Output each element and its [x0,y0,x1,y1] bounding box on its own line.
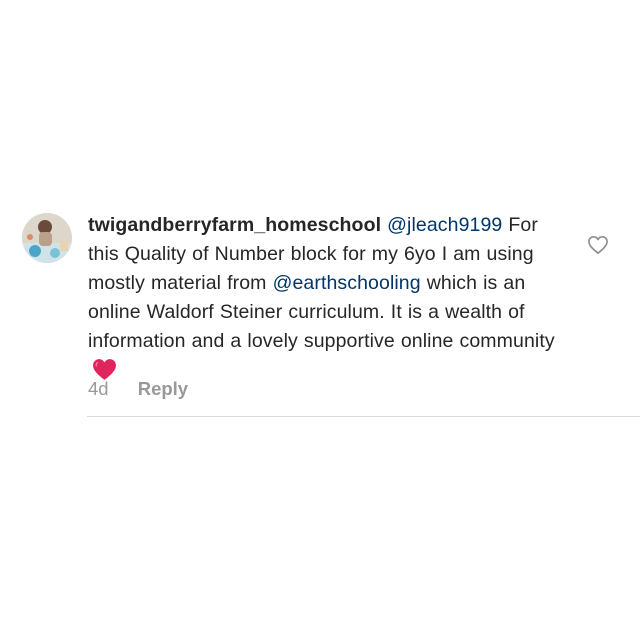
comment-timestamp: 4d [88,378,109,399]
heart-outline-icon[interactable] [587,235,609,255]
avatar[interactable] [22,213,72,263]
comment-screen: twigandberryfarm_homeschool @jleach9199 … [0,0,640,640]
comment-username[interactable]: twigandberryfarm_homeschool [88,214,381,236]
comment-body: twigandberryfarm_homeschool @jleach9199 … [88,211,563,385]
profile-photo-icon [22,213,72,263]
mention-link[interactable]: @jleach9199 [387,214,502,236]
earthschooling-link[interactable]: @earthschooling [273,272,421,294]
comment-meta: 4d Reply [88,378,188,400]
divider [87,416,640,417]
reply-button[interactable]: Reply [138,378,188,399]
